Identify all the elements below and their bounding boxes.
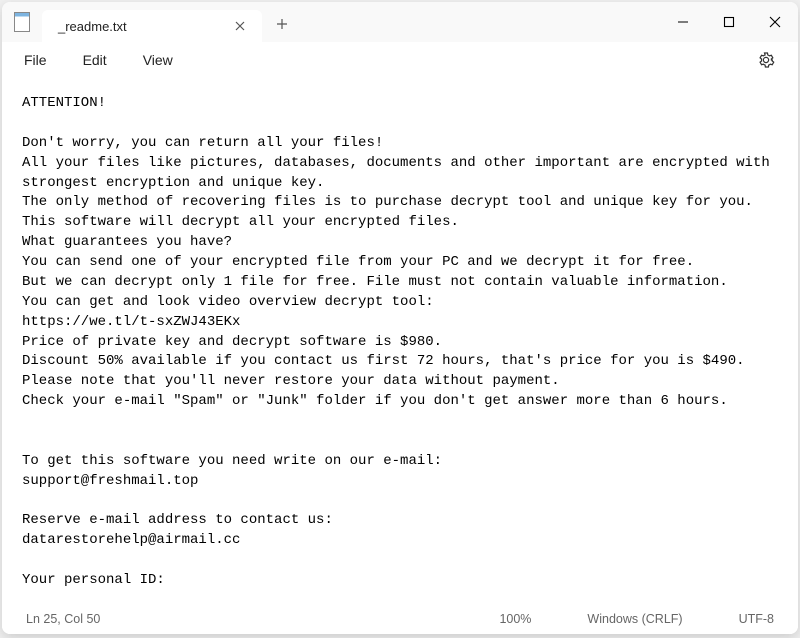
text-line: Price of private key and decrypt softwar… (22, 334, 442, 350)
text-line: But we can decrypt only 1 file for free.… (22, 274, 728, 290)
text-line: ATTENTION! (22, 95, 106, 111)
text-line: https://we.tl/t-sxZWJ43EKx (22, 314, 240, 330)
gear-icon (757, 51, 775, 69)
menu-file[interactable]: File (20, 48, 51, 72)
status-cursor-position: Ln 25, Col 50 (26, 612, 100, 626)
window-controls (660, 2, 798, 42)
text-line: datarestorehelp@airmail.cc (22, 532, 240, 548)
text-line: Check your e-mail "Spam" or "Junk" folde… (22, 393, 728, 409)
settings-button[interactable] (752, 46, 780, 74)
notepad-window: _readme.txt File Edit View (2, 2, 798, 634)
text-line: Reserve e-mail address to contact us: (22, 512, 333, 528)
maximize-button[interactable] (706, 2, 752, 42)
titlebar: _readme.txt (2, 2, 798, 42)
personal-id-redacted (22, 591, 442, 604)
statusbar: Ln 25, Col 50 100% Windows (CRLF) UTF-8 (2, 604, 798, 634)
notepad-icon (14, 12, 30, 32)
status-zoom[interactable]: 100% (499, 612, 531, 626)
new-tab-button[interactable] (266, 8, 298, 40)
text-line: Please note that you'll never restore yo… (22, 373, 560, 389)
text-line: To get this software you need write on o… (22, 453, 442, 469)
text-line: support@freshmail.top (22, 473, 198, 489)
text-area[interactable]: ATTENTION! Don't worry, you can return a… (2, 78, 798, 604)
text-line: What guarantees you have? (22, 234, 232, 250)
text-line: Discount 50% available if you contact us… (22, 353, 745, 369)
menubar: File Edit View (2, 42, 798, 78)
tab-close-button[interactable] (228, 14, 252, 38)
tab[interactable]: _readme.txt (42, 10, 262, 42)
text-line: You can get and look video overview decr… (22, 294, 434, 310)
text-line: Your personal ID: (22, 572, 165, 588)
menu-edit[interactable]: Edit (79, 48, 111, 72)
text-line: This software will decrypt all your encr… (22, 214, 459, 230)
close-button[interactable] (752, 2, 798, 42)
minimize-button[interactable] (660, 2, 706, 42)
menu-view[interactable]: View (139, 48, 177, 72)
text-line: Don't worry, you can return all your fil… (22, 135, 383, 151)
text-line: All your files like pictures, databases,… (22, 155, 778, 191)
text-line: You can send one of your encrypted file … (22, 254, 694, 270)
status-encoding[interactable]: UTF-8 (739, 612, 774, 626)
text-line: The only method of recovering files is t… (22, 194, 753, 210)
tab-title: _readme.txt (58, 19, 228, 34)
status-line-ending[interactable]: Windows (CRLF) (587, 612, 682, 626)
